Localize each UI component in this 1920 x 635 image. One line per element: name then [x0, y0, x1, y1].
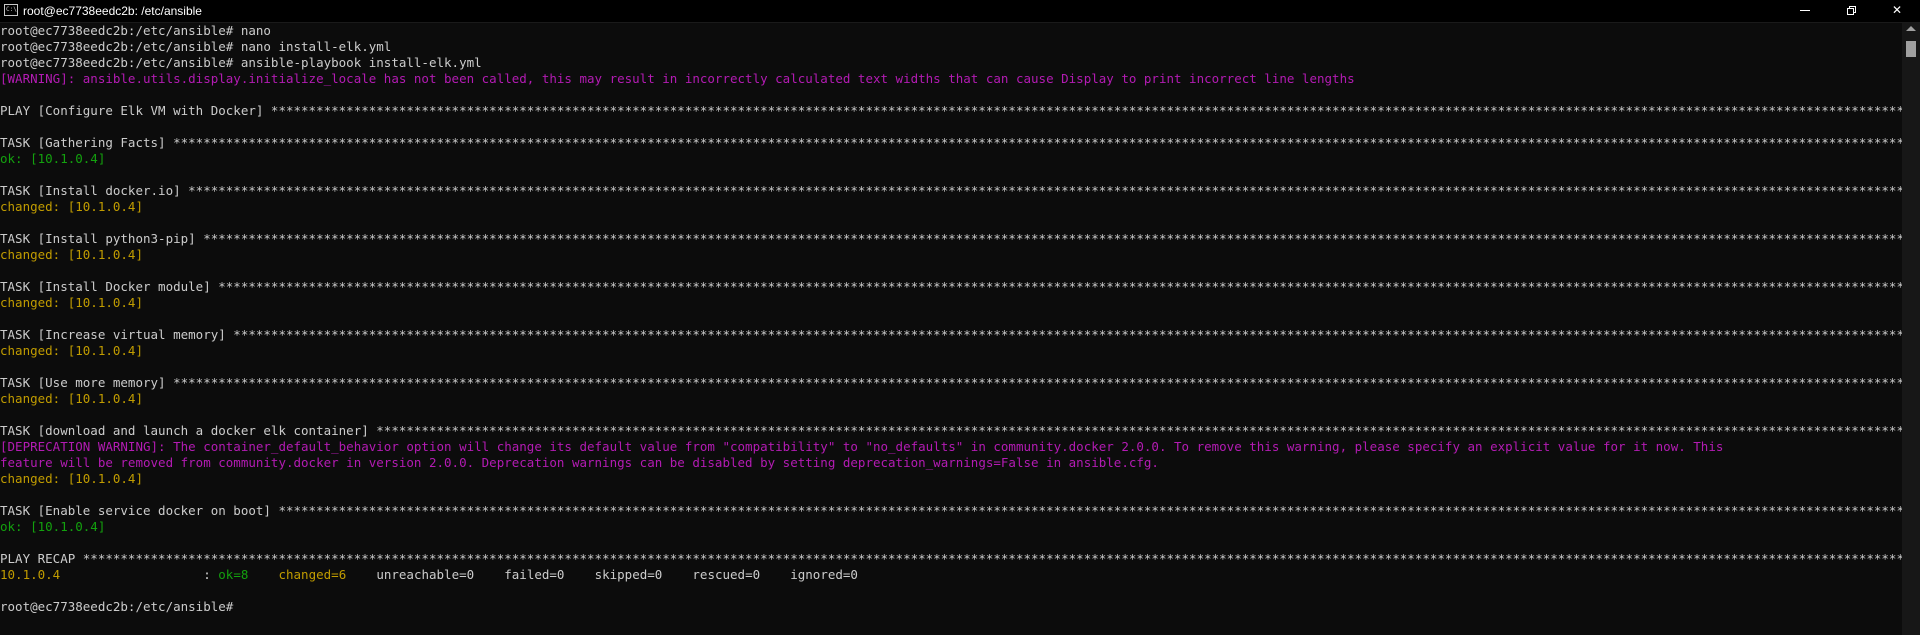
terminal-text-segment: changed=6 [278, 567, 347, 582]
terminal-text-segment: changed: [10.1.0.4] [0, 471, 143, 486]
vertical-scrollbar[interactable] [1902, 23, 1920, 635]
terminal-line: feature will be removed from community.d… [0, 455, 1902, 471]
terminal-text-segment: : [60, 567, 219, 582]
terminal-line: changed: [10.1.0.4] [0, 471, 1902, 487]
terminal-text-segment: TASK [Increase virtual memory] *********… [0, 327, 1902, 342]
terminal-line: PLAY [Configure Elk VM with Docker] ****… [0, 103, 1902, 119]
terminal-text-segment: TASK [Install docker.io] ***************… [0, 183, 1902, 198]
terminal-text-segment: 10.1.0.4 [0, 567, 61, 582]
terminal-text-segment: ok: [10.1.0.4] [0, 151, 106, 166]
terminal-text-segment: root@ec7738eedc2b:/etc/ansible# [0, 599, 241, 614]
terminal-line: root@ec7738eedc2b:/etc/ansible# nano [0, 23, 1902, 39]
terminal-line: ok: [10.1.0.4] [0, 151, 1902, 167]
scroll-up-arrow-icon[interactable] [1906, 26, 1916, 31]
terminal-text-segment: changed: [10.1.0.4] [0, 343, 143, 358]
console-icon[interactable]: C:\ [4, 4, 18, 16]
restore-button[interactable] [1828, 0, 1874, 22]
terminal-line: TASK [Enable service docker on boot] ***… [0, 503, 1902, 519]
terminal-line: TASK [Use more memory] *****************… [0, 375, 1902, 391]
close-button[interactable]: ✕ [1874, 0, 1920, 22]
terminal-line: PLAY RECAP *****************************… [0, 551, 1902, 567]
terminal-text-segment: TASK [Use more memory] *****************… [0, 375, 1902, 390]
terminal-text-segment: [WARNING]: ansible.utils.display.initial… [0, 71, 1355, 86]
title-bar[interactable]: C:\ root@ec7738eedc2b: /etc/ansible ✕ [0, 0, 1920, 23]
terminal-line: 10.1.0.4 : ok=8 changed=6 unreachable=0 … [0, 567, 1902, 583]
terminal-line: TASK [Install Docker module] ***********… [0, 279, 1902, 295]
terminal-line: changed: [10.1.0.4] [0, 199, 1902, 215]
minimize-icon [1800, 10, 1810, 11]
terminal-text-segment: changed: [10.1.0.4] [0, 295, 143, 310]
terminal-text-segment: TASK [Install python3-pip] *************… [0, 231, 1902, 246]
terminal-line: changed: [10.1.0.4] [0, 247, 1902, 263]
terminal-line: ok: [10.1.0.4] [0, 519, 1902, 535]
terminal-window: C:\ root@ec7738eedc2b: /etc/ansible ✕ ro… [0, 0, 1920, 635]
terminal-text-segment: TASK [download and launch a docker elk c… [0, 423, 1902, 438]
terminal-line: root@ec7738eedc2b:/etc/ansible# [0, 599, 1902, 615]
close-icon: ✕ [1891, 3, 1903, 17]
terminal-text-segment: changed: [10.1.0.4] [0, 199, 143, 214]
terminal-line: root@ec7738eedc2b:/etc/ansible# ansible-… [0, 55, 1902, 71]
terminal-text-segment: ok: [10.1.0.4] [0, 519, 106, 534]
terminal-line: [DEPRECATION WARNING]: The container_def… [0, 439, 1902, 455]
window-title: root@ec7738eedc2b: /etc/ansible [23, 4, 202, 18]
terminal-text-segment: TASK [Enable service docker on boot] ***… [0, 503, 1902, 518]
terminal-text-segment: changed: [10.1.0.4] [0, 247, 143, 262]
terminal-text-segment: root@ec7738eedc2b:/etc/ansible# ansible-… [0, 55, 482, 70]
minimize-button[interactable] [1782, 0, 1828, 22]
terminal-text-segment: root@ec7738eedc2b:/etc/ansible# nano [0, 23, 271, 38]
restore-icon [1847, 5, 1856, 15]
scrollbar-thumb[interactable] [1906, 41, 1916, 57]
terminal-text-segment: TASK [Gathering Facts] *****************… [0, 135, 1902, 150]
terminal-output[interactable]: root@ec7738eedc2b:/etc/ansible# nano root… [0, 23, 1902, 635]
terminal-line: changed: [10.1.0.4] [0, 391, 1902, 407]
terminal-line: TASK [Install python3-pip] *************… [0, 231, 1902, 247]
terminal-line: TASK [Gathering Facts] *****************… [0, 135, 1902, 151]
terminal-text-segment: TASK [Install Docker module] ***********… [0, 279, 1902, 294]
terminal-line: TASK [Install docker.io] ***************… [0, 183, 1902, 199]
terminal-text-segment: unreachable=0 failed=0 skipped=0 rescued… [346, 567, 858, 582]
terminal-line: root@ec7738eedc2b:/etc/ansible# nano ins… [0, 39, 1902, 55]
terminal-text-segment: PLAY RECAP *****************************… [0, 551, 1902, 566]
terminal-text-segment: ok=8 [218, 567, 249, 582]
terminal-line: changed: [10.1.0.4] [0, 295, 1902, 311]
terminal-line: changed: [10.1.0.4] [0, 343, 1902, 359]
terminal-text-segment: [DEPRECATION WARNING]: The container_def… [0, 439, 1724, 454]
terminal-text-segment: PLAY [Configure Elk VM with Docker] ****… [0, 103, 1902, 118]
terminal-line: TASK [Increase virtual memory] *********… [0, 327, 1902, 343]
terminal-text-segment: root@ec7738eedc2b:/etc/ansible# nano ins… [0, 39, 392, 54]
terminal-line: [WARNING]: ansible.utils.display.initial… [0, 71, 1902, 87]
terminal-line: TASK [download and launch a docker elk c… [0, 423, 1902, 439]
terminal-text-segment: feature will be removed from community.d… [0, 455, 1159, 470]
terminal-text-segment: changed: [10.1.0.4] [0, 391, 143, 406]
